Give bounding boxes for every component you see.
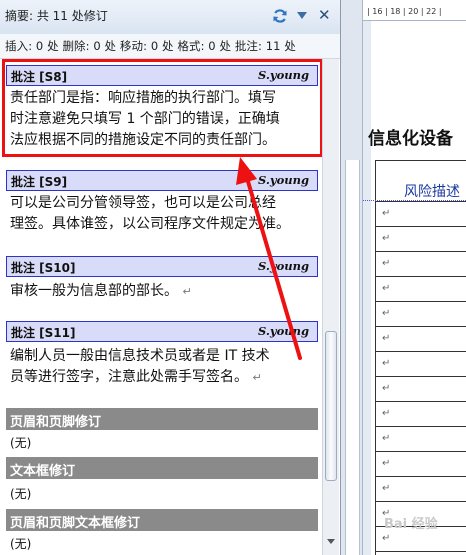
table-row[interactable]: ↵ [376,477,466,502]
comment-header-s10[interactable]: 批注 [S10] S.young [6,256,318,277]
pane-header: 摘要: 共 11 处修订 ✕ [0,0,340,35]
ruler-ticks: | 16 | 18 | 20 | 22 | [367,7,442,16]
comment-header-s9[interactable]: 批注 [S9] S.young [6,170,318,191]
table-row[interactable]: ↵ [376,302,466,327]
scroll-down-icon[interactable] [327,539,335,544]
section-header-header-footer-textbox: 页眉和页脚文本框修订 [6,509,318,531]
paragraph-mark-icon: ↵ [382,233,391,244]
paragraph-mark-icon: ↵ [382,458,391,469]
comment-line: 员等进行签字，注意此处需手写签名。 [10,369,248,385]
paragraph-mark-icon: ↵ [382,483,391,494]
paragraph-mark-icon: ↵ [382,358,391,369]
paragraph-mark-icon: ↵ [382,258,391,269]
section-header-header-footer: 页眉和页脚修订 [6,408,318,430]
table-row[interactable]: ↵ [376,227,466,252]
table-row[interactable]: ↵ [376,277,466,302]
comment-author: S.young [257,324,309,338]
comment-line: 可以是公司分管领导签，也可以是公司总经 [10,195,276,211]
section-label: 页眉和页脚修订 [10,415,102,430]
paragraph-mark-icon: ↵ [382,383,391,394]
revision-counts: 插入: 0 处 删除: 0 处 移动: 0 处 格式: 0 处 批注: 11 处 [0,34,340,59]
table-row[interactable]: ↵ [376,427,466,452]
table-row[interactable]: ↵ [376,452,466,477]
paragraph-mark-icon: ↵ [382,333,391,344]
highlight-box [2,59,323,157]
paragraph-mark-icon: ↵ [382,408,391,419]
paragraph-mark-icon: ↵ [182,285,192,298]
table-row[interactable]: ↵ [376,252,466,277]
section-value: (无) [10,537,32,551]
paragraph-mark-icon: ↵ [382,433,391,444]
comment-author: S.young [257,259,309,273]
comment-author: S.young [257,173,309,187]
paragraph-mark-icon: ↵ [252,371,262,384]
comment-label: 批注 [S10] [11,261,76,275]
risk-description-header: 风险描述 [404,184,460,200]
comment-label: 批注 [S9] [11,175,68,189]
paragraph-mark-icon: ↵ [382,533,391,544]
table-row[interactable]: ↵ [376,402,466,427]
vertical-scrollbar[interactable] [322,59,339,555]
page-margin [363,20,371,555]
table-row[interactable]: ↵ [376,377,466,402]
comment-label: 批注 [S11] [11,326,76,340]
comment-body-s10[interactable]: 审核一般为信息部的部长。 ↵ [10,281,316,302]
section-value: (无) [10,487,32,501]
section-label: 文本框修订 [10,464,76,479]
paragraph-mark-icon: ↵ [382,308,391,319]
comment-body-s9[interactable]: 可以是公司分管领导签，也可以是公司总经 理签。具体谁签，以公司程序文件规定为准。 [10,193,316,235]
document-title: 信息化设备 [368,129,453,149]
document-table[interactable]: 风险描述 ↵ ↵ ↵ ↵ ↵ ↵ ↵ ↵ ↵ ↵ ↵ ↵ ↵ ↵ [375,160,466,555]
section-label: 页眉和页脚文本框修订 [10,516,141,531]
refresh-icon[interactable] [272,8,288,24]
revision-counts-text: 插入: 0 处 删除: 0 处 移动: 0 处 格式: 0 处 批注: 11 处 [5,39,296,53]
horizontal-ruler: | 16 | 18 | 20 | 22 | [363,4,466,21]
reviewing-pane: 摘要: 共 11 处修订 ✕ 插入: 0 处 删除: 0 处 移动: 0 处 格… [0,0,341,555]
comment-header-s11[interactable]: 批注 [S11] S.young [6,321,318,342]
comment-line: 编制人员一般由信息技术员或者是 IT 技术 [10,348,270,364]
pane-title: 摘要: 共 11 处修订 [5,9,108,23]
close-icon[interactable]: ✕ [318,6,331,24]
scrollbar-thumb[interactable] [325,331,337,481]
comment-line: 审核一般为信息部的部长。 [10,283,178,299]
comment-body-s11[interactable]: 编制人员一般由信息技术员或者是 IT 技术 员等进行签字，注意此处需手写签名。 … [10,346,316,388]
table-header-row: 风险描述 [376,161,466,202]
vertical-ruler [341,0,363,555]
watermark: Bai 经验 [384,517,438,532]
document-page[interactable]: | 16 | 18 | 20 | 22 | 信息化设备 风险描述 ↵ ↵ ↵ ↵ ↵ ↵ ↵… [363,0,466,555]
table-row[interactable]: ↵ [376,352,466,377]
paragraph-mark-icon: ↵ [382,283,391,294]
chevron-down-icon[interactable] [297,12,307,19]
table-row[interactable]: ↵ [376,202,466,227]
comment-anchor-line [363,200,466,201]
section-value: (无) [10,436,32,450]
comment-line: 理签。具体谁签，以公司程序文件规定为准。 [10,216,290,232]
table-row[interactable]: ↵ [376,327,466,352]
section-header-textbox: 文本框修订 [6,457,318,479]
paragraph-mark-icon: ↵ [382,208,391,219]
vertical-ruler-page [345,160,360,555]
